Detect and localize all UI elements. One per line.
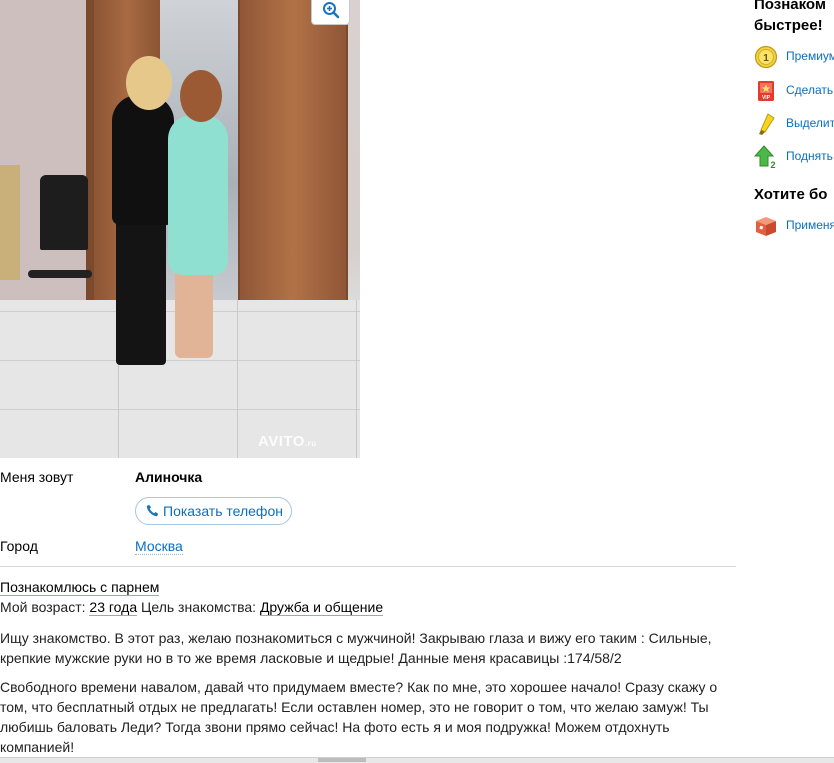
photo-person-2: [168, 115, 228, 275]
vip-icon: VIP: [758, 81, 774, 101]
zoom-in-icon: [323, 2, 340, 19]
goal-link[interactable]: Дружба и общение: [259, 599, 384, 616]
sidebar-item-premium-label: Премиум: [786, 49, 834, 63]
show-phone-button[interactable]: Показать телефон: [135, 497, 292, 525]
age-goal-line: Мой возраст: 23 года Цель знакомства: Др…: [0, 599, 384, 616]
sidebar-item-raise-label: Поднять: [786, 149, 833, 163]
photo-person-2-legs: [175, 268, 213, 358]
seller-name: Алиночка: [135, 469, 203, 485]
age-label: Мой возраст:: [0, 599, 86, 615]
highlight-marker-icon: [759, 113, 775, 135]
city-link[interactable]: Москва: [135, 538, 183, 555]
photo-panel: [0, 165, 20, 280]
zoom-button[interactable]: [311, 0, 350, 25]
horizontal-scrollbar[interactable]: [0, 757, 834, 763]
city-label: Город: [0, 538, 38, 554]
premium-coin-icon: 1: [754, 45, 778, 69]
sidebar-title-line1: Познаком: [754, 0, 826, 13]
photo-person-1-legs: [116, 215, 166, 365]
photo-chair: [40, 175, 88, 250]
package-box-icon: [756, 217, 776, 236]
scrollbar-thumb[interactable]: [318, 758, 366, 762]
show-phone-label: Показать телефон: [163, 503, 283, 519]
photo-person-1-head: [126, 56, 172, 110]
phone-icon: [146, 505, 159, 517]
listing-photo[interactable]: AVITO.ru: [0, 0, 360, 458]
photo-person-1: [112, 95, 174, 225]
description-paragraph-2: Свободного времени навалом, давай что пр…: [0, 679, 718, 755]
category-line: Познакомлюсь с парнем: [0, 579, 160, 596]
divider: [0, 566, 736, 567]
photo-door-right: [240, 0, 346, 316]
svg-text:1: 1: [763, 53, 769, 64]
description-paragraph-1: Ищу знакомство. В этот раз, желаю познак…: [0, 630, 712, 666]
sidebar-item-package-label: Применя: [786, 218, 834, 232]
photo-chair-base: [28, 270, 92, 278]
name-label: Меня зовут: [0, 469, 74, 485]
svg-text:VIP: VIP: [762, 95, 771, 101]
goal-label: Цель знакомства:: [141, 599, 257, 615]
avito-watermark: AVITO.ru: [258, 433, 317, 450]
sidebar-item-vip-label: Сделать: [786, 83, 834, 97]
raise-arrow-icon: 2: [754, 145, 776, 169]
sidebar-item-highlight-label: Выделит: [786, 116, 834, 130]
category-link[interactable]: Познакомлюсь с парнем: [0, 579, 160, 596]
photo-person-2-head: [180, 70, 222, 122]
svg-text:2: 2: [770, 160, 775, 169]
age-link[interactable]: 23 года: [89, 599, 138, 616]
sidebar-title-2: Хотите бо: [754, 186, 828, 203]
sidebar-title-line2: быстрее!: [754, 17, 823, 34]
